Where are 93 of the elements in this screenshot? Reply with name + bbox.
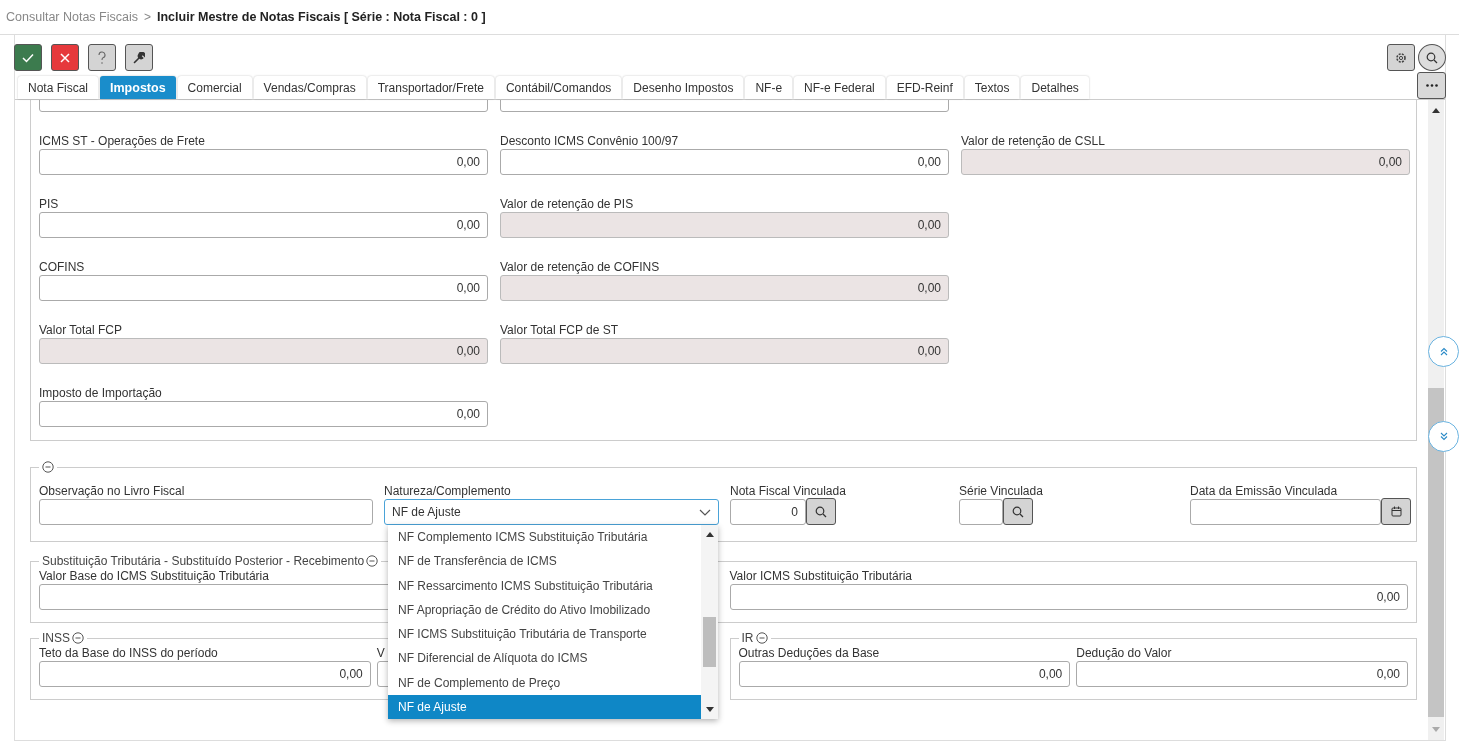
- field-label: Desconto ICMS Convênio 100/97: [500, 133, 679, 149]
- page-title: Incluir Mestre de Notas Fiscais [ Série : Nota Fiscal : 0 ]: [157, 10, 486, 24]
- dropdown-option[interactable]: NF de Transferência de ICMS: [388, 549, 701, 574]
- scroll-down-icon[interactable]: [705, 707, 714, 712]
- field-label: COFINS: [39, 259, 85, 275]
- section-title: Substituição Tributária - Substituído Posterior - Recebimento: [42, 554, 365, 568]
- field-label: Data da Emissão Vinculada: [1190, 483, 1338, 499]
- field-label: Valor Total FCP de ST: [500, 322, 619, 338]
- field-label: Imposto de Importação: [39, 385, 162, 401]
- tab[interactable]: NF-e Federal: [794, 76, 885, 99]
- dropdown-option[interactable]: NF Diferencial de Alíquota do ICMS: [388, 646, 701, 671]
- chevron-down-icon: [699, 508, 711, 516]
- input-field[interactable]: [39, 499, 373, 525]
- tab[interactable]: Vendas/Compras: [253, 76, 366, 99]
- dropdown-option[interactable]: NF ICMS Substituição Tributária de Transporte: [388, 622, 701, 647]
- section-title: INSS: [42, 631, 70, 645]
- input-field[interactable]: 0,00: [39, 275, 488, 301]
- tab[interactable]: Impostos: [100, 76, 176, 99]
- tab[interactable]: Nota Fiscal: [18, 76, 99, 99]
- wrench-icon: [133, 51, 145, 64]
- field-label: Valor de retenção de CSLL: [961, 133, 1105, 149]
- collapse-icon[interactable]: [366, 555, 379, 567]
- scroll-up-icon[interactable]: [705, 532, 714, 537]
- confirm-button[interactable]: [14, 44, 42, 71]
- field-label: ICMS ST - Operações de Frete: [39, 133, 205, 149]
- tab[interactable]: EFD-Reinf: [886, 76, 963, 99]
- field-label: PIS: [39, 196, 59, 212]
- field-label: Nota Fiscal Vinculada: [730, 483, 846, 499]
- help-button[interactable]: [88, 44, 116, 71]
- input-field[interactable]: 0,00: [39, 661, 371, 687]
- input-field[interactable]: 0,00: [1076, 661, 1408, 687]
- dropdown-option[interactable]: NF de Ajuste: [388, 694, 701, 719]
- search-icon: [1012, 505, 1024, 518]
- dropdown-option[interactable]: NF de Complemento de Preço: [388, 670, 701, 695]
- collapse-icon[interactable]: [42, 461, 54, 473]
- scrollbar-thumb[interactable]: [1428, 388, 1444, 717]
- field-label: Série Vinculada: [959, 483, 1043, 499]
- calendar-button[interactable]: [1381, 498, 1411, 525]
- input-field[interactable]: 0: [730, 499, 806, 525]
- search-button[interactable]: [1418, 44, 1446, 71]
- field-label: Valor de retenção de COFINS: [500, 259, 660, 275]
- check-icon: [22, 52, 34, 63]
- scrollbar-thumb[interactable]: [703, 617, 716, 667]
- calendar-icon: [1390, 506, 1402, 517]
- dropdown-option[interactable]: NF Ressarcimento ICMS Substituição Tributária: [388, 573, 701, 598]
- tools-button[interactable]: [125, 44, 153, 71]
- field-label: Valor de retenção de PIS: [500, 196, 634, 212]
- field-label: Outras Deduções da Base: [738, 645, 880, 661]
- input-field[interactable]: 0,00: [39, 212, 488, 238]
- scroll-up-icon[interactable]: [1432, 108, 1440, 113]
- search-icon: [815, 505, 827, 518]
- input-field[interactable]: 0,00: [39, 401, 488, 427]
- input-field[interactable]: 0,00: [729, 584, 1408, 610]
- cancel-button[interactable]: [51, 44, 79, 71]
- collapse-icon[interactable]: [755, 632, 768, 644]
- field-label: Valor Total FCP: [39, 322, 122, 338]
- more-button[interactable]: [1417, 72, 1446, 99]
- dropdown-option[interactable]: NF Apropriação de Crédito do Ativo Imobilizado: [388, 597, 701, 622]
- field-label: Teto da Base do INSS do período: [39, 645, 218, 661]
- field-label: Valor ICMS Substituição Tributária: [729, 568, 913, 584]
- select-field[interactable]: NF de Ajuste: [384, 499, 719, 525]
- field-label: V: [376, 645, 385, 661]
- field-label: Valor Base do ICMS Substituição Tributária: [39, 568, 269, 584]
- double-chevron-down-icon: [1439, 432, 1448, 441]
- input-field[interactable]: 0,00: [738, 661, 1071, 687]
- search-button[interactable]: [806, 498, 836, 525]
- tab[interactable]: Desenho Impostos: [623, 76, 744, 99]
- tab[interactable]: Transportador/Frete: [367, 76, 494, 99]
- field-label: Dedução do Valor: [1076, 645, 1172, 661]
- tab[interactable]: Contábil/Comandos: [495, 76, 622, 99]
- question-mark-icon: [97, 50, 107, 65]
- tab[interactable]: Comercial: [177, 76, 252, 99]
- ellipsis-icon: [1425, 84, 1438, 87]
- tab[interactable]: Detalhes: [1021, 76, 1089, 99]
- double-chevron-up-icon: [1439, 347, 1448, 356]
- input-field[interactable]: [959, 499, 1003, 525]
- section-title: IR: [741, 631, 754, 645]
- input-field[interactable]: 0,00: [39, 149, 488, 175]
- search-button[interactable]: [1003, 498, 1033, 525]
- dropdown-option[interactable]: NF Complemento ICMS Substituição Tributária: [388, 525, 701, 550]
- date-field[interactable]: [1190, 499, 1382, 525]
- tab[interactable]: NF-e: [745, 76, 793, 99]
- settings-button[interactable]: [1387, 44, 1415, 71]
- search-icon: [1426, 51, 1438, 64]
- field-label: Observação no Livro Fiscal: [39, 483, 185, 499]
- close-icon: [60, 52, 70, 63]
- breadcrumb-link[interactable]: Consultar Notas Fiscais: [6, 10, 138, 24]
- breadcrumb-separator: >: [144, 10, 151, 24]
- collapse-icon[interactable]: [72, 632, 84, 644]
- field-label: Natureza/Complemento: [384, 483, 511, 499]
- tab[interactable]: Textos: [964, 76, 1020, 99]
- input-field[interactable]: 0,00: [500, 149, 949, 175]
- settings-icon: [1395, 51, 1407, 64]
